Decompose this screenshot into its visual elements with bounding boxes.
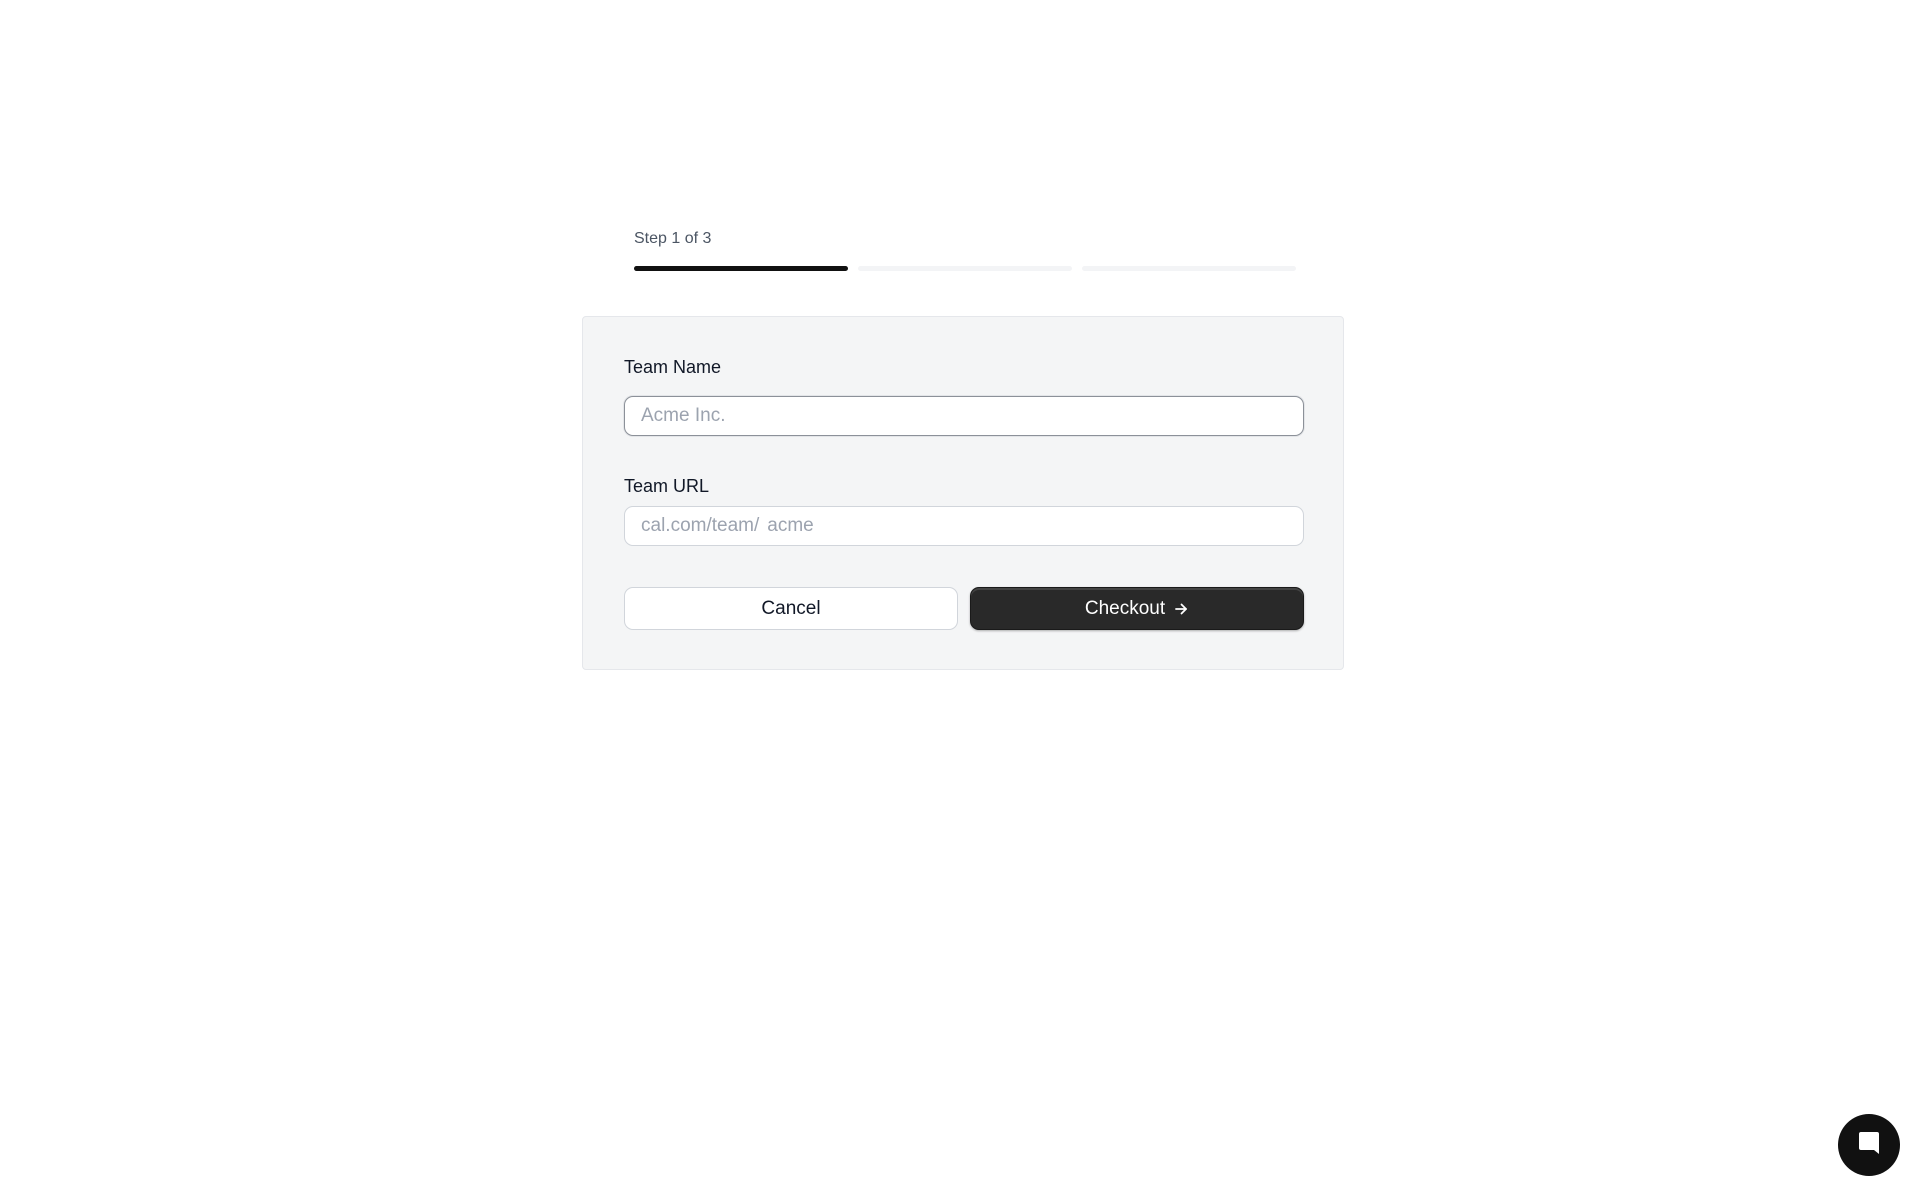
team-url-prefix: cal.com/team/ <box>641 515 760 536</box>
create-team-card: Team Name Team URL cal.com/team/ Cancel … <box>582 316 1344 670</box>
progress-step-2 <box>858 266 1072 271</box>
team-url-input[interactable] <box>767 515 1287 537</box>
arrow-right-icon <box>1173 601 1189 617</box>
progress-step-1 <box>634 266 848 271</box>
team-name-label: Team Name <box>624 357 722 377</box>
chat-launcher-button[interactable] <box>1838 1114 1900 1176</box>
team-url-field[interactable]: cal.com/team/ <box>624 506 1304 546</box>
cancel-button[interactable]: Cancel <box>624 587 958 630</box>
step-indicator-text: Step 1 of 3 <box>634 230 712 247</box>
team-name-input[interactable] <box>641 405 1287 427</box>
team-url-label: Team URL <box>624 476 710 496</box>
progress-bars <box>634 266 1296 271</box>
stepper: Step 1 of 3 <box>634 224 1296 271</box>
progress-step-3 <box>1082 266 1296 271</box>
team-name-field[interactable] <box>624 396 1304 436</box>
checkout-button[interactable]: Checkout <box>970 587 1304 630</box>
page: Step 1 of 3 Team Name Team URL cal.com/t… <box>0 0 1920 1200</box>
cancel-button-label: Cancel <box>761 597 821 619</box>
checkout-button-label: Checkout <box>1084 597 1166 619</box>
chat-bubble-icon <box>1855 1129 1883 1162</box>
